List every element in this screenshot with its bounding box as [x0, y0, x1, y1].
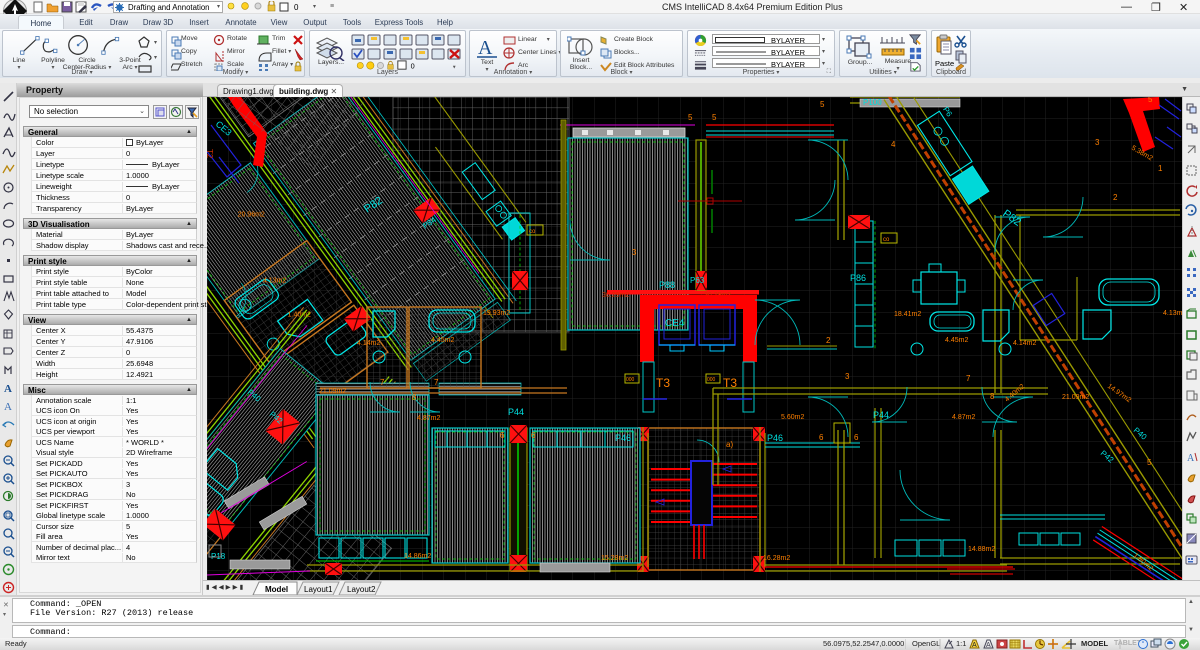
svg-text:15.28m2: 15.28m2	[601, 555, 628, 562]
svg-text:7: 7	[434, 378, 439, 387]
svg-text:16.28m2: 16.28m2	[763, 555, 790, 562]
svg-text:6: 6	[500, 431, 505, 440]
svg-text:A: A	[4, 383, 12, 395]
svg-text:21.09m2: 21.09m2	[1062, 394, 1089, 401]
svg-text:7: 7	[966, 374, 971, 383]
svg-text:A: A	[1187, 453, 1195, 464]
svg-text:3: 3	[632, 248, 637, 257]
svg-text:T3: T3	[656, 376, 670, 390]
svg-text:5: 5	[688, 113, 693, 122]
svg-text:7: 7	[380, 378, 385, 387]
svg-text:5: 5	[712, 113, 717, 122]
svg-text:P86: P86	[850, 273, 866, 283]
svg-text:6: 6	[854, 433, 859, 442]
svg-text:4.45m2: 4.45m2	[945, 337, 968, 344]
svg-text:2: 2	[1113, 193, 1118, 202]
svg-text:4.45m2: 4.45m2	[431, 337, 454, 344]
svg-text:4: 4	[891, 140, 896, 149]
svg-text:Layout1: Layout1	[304, 585, 333, 594]
svg-text:P46: P46	[615, 433, 631, 443]
svg-text:000: 000	[626, 377, 635, 383]
svg-text:30.29m2: 30.29m2	[602, 292, 629, 299]
svg-text:Model: Model	[265, 585, 288, 594]
svg-text:P88: P88	[659, 280, 675, 290]
svg-text:14.86m2: 14.86m2	[404, 553, 431, 560]
svg-text:19.93m2: 19.93m2	[483, 310, 510, 317]
svg-text:21.09m2: 21.09m2	[319, 388, 346, 395]
svg-text:T2: T2	[207, 149, 214, 159]
svg-text:6: 6	[531, 431, 536, 440]
svg-text:5: 5	[1147, 458, 1152, 467]
svg-text:▾: ▾	[154, 55, 157, 61]
svg-text:A: A	[478, 37, 493, 59]
svg-text:3: 3	[845, 372, 850, 381]
svg-text:20.96m2: 20.96m2	[238, 212, 265, 219]
svg-text:1: 1	[1158, 164, 1163, 173]
svg-text:P63: P63	[690, 276, 705, 285]
svg-text:8: 8	[412, 393, 417, 402]
svg-text:14.88m2: 14.88m2	[968, 546, 995, 553]
svg-text:5.60m2: 5.60m2	[781, 414, 804, 421]
svg-text:P46: P46	[767, 433, 783, 443]
svg-text:▾: ▾	[154, 40, 157, 46]
svg-text:CE4: CE4	[665, 318, 685, 329]
svg-text:18.41m2: 18.41m2	[894, 311, 921, 318]
svg-text:0: 0	[294, 3, 299, 12]
svg-text:P44: P44	[508, 407, 524, 417]
svg-text:6: 6	[819, 433, 824, 442]
svg-text:A: A	[972, 642, 977, 649]
svg-text:A: A	[986, 642, 991, 649]
svg-text:4.14m2: 4.14m2	[357, 340, 380, 347]
svg-text:Layout2: Layout2	[347, 585, 376, 594]
svg-text:2: 2	[826, 336, 831, 345]
svg-text:000: 000	[707, 377, 716, 383]
svg-text:co: co	[529, 229, 536, 235]
svg-text:8: 8	[990, 392, 995, 401]
svg-text:4.87m2: 4.87m2	[417, 415, 440, 422]
svg-text:4.13m2: 4.13m2	[1163, 310, 1182, 317]
svg-text:A: A	[4, 401, 12, 413]
svg-text:4.87m2: 4.87m2	[952, 414, 975, 421]
svg-text:4.13m2: 4.13m2	[263, 277, 286, 284]
svg-text:co: co	[883, 237, 890, 243]
svg-text:P100: P100	[863, 98, 882, 107]
svg-text:a): a)	[726, 440, 733, 449]
svg-text:4.14m2: 4.14m2	[1013, 340, 1036, 347]
svg-text:3: 3	[1095, 138, 1100, 147]
svg-text:P44: P44	[873, 410, 889, 420]
svg-text:5: 5	[1148, 97, 1153, 104]
svg-text:5: 5	[820, 100, 825, 109]
